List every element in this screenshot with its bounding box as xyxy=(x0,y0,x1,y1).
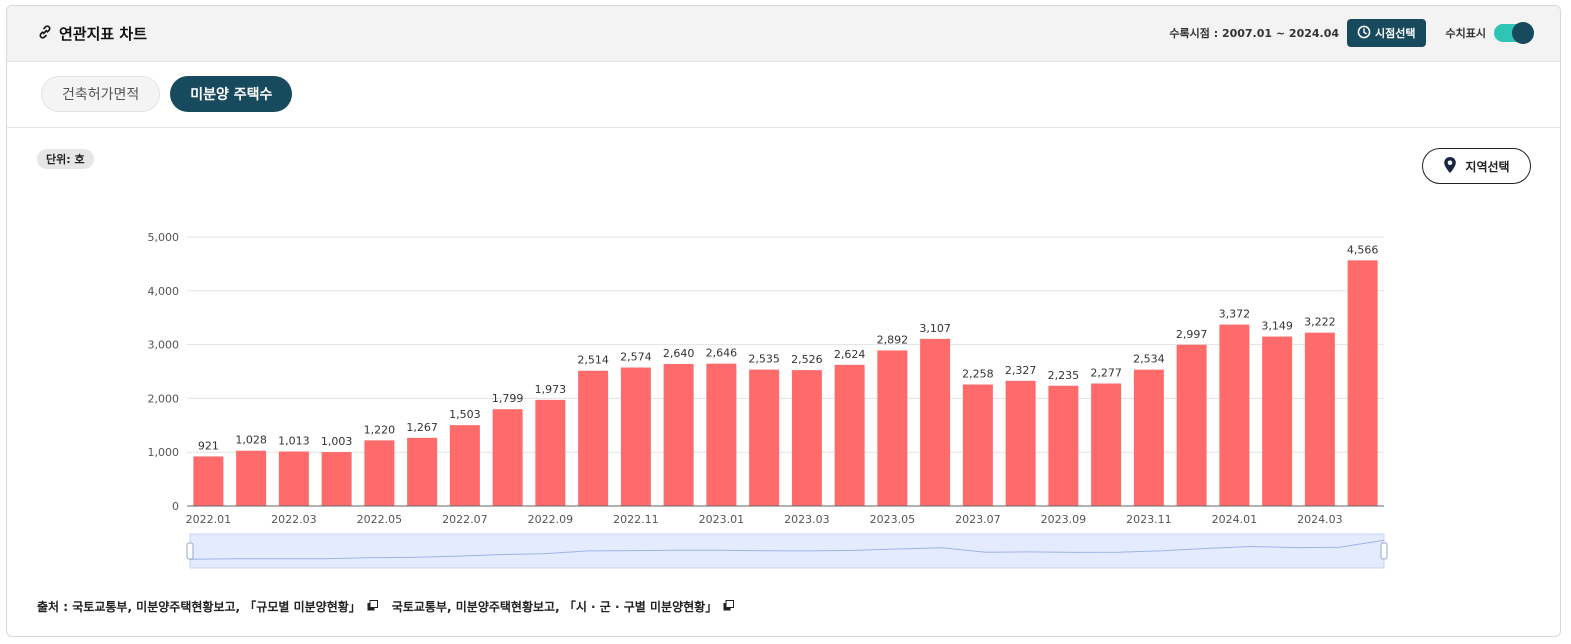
value-label: 1,503 xyxy=(449,408,481,421)
value-label: 1,267 xyxy=(406,421,438,434)
bar xyxy=(620,367,651,506)
bar xyxy=(1304,332,1335,506)
value-label: 1,003 xyxy=(321,435,353,448)
value-label: 4,566 xyxy=(1347,243,1379,256)
bar xyxy=(663,363,694,506)
y-tick-label: 2,000 xyxy=(148,392,180,405)
bar xyxy=(962,384,993,506)
value-label: 2,892 xyxy=(877,333,909,346)
x-tick-label: 2023.05 xyxy=(870,513,916,526)
bar xyxy=(1048,385,1079,506)
zoom-slider-left-handle[interactable] xyxy=(186,542,194,560)
x-tick-label: 2023.07 xyxy=(955,513,1001,526)
value-label: 2,258 xyxy=(962,368,994,381)
value-label: 1,973 xyxy=(535,383,567,396)
bar xyxy=(407,437,438,506)
bar xyxy=(1005,380,1036,506)
bar xyxy=(278,451,309,506)
x-tick-label: 2022.03 xyxy=(271,513,317,526)
bar xyxy=(364,440,395,506)
bar xyxy=(449,425,480,506)
bar xyxy=(492,409,523,506)
zoom-slider-right-handle[interactable] xyxy=(1380,542,1388,560)
bar xyxy=(1091,383,1122,506)
value-label: 2,997 xyxy=(1176,328,1208,341)
source-link-1[interactable]: 국토교통부, 미분양주택현황보고, 「규모별 미분양현황」 xyxy=(72,598,361,615)
bar xyxy=(535,399,566,506)
x-tick-label: 2022.07 xyxy=(442,513,488,526)
value-label: 2,646 xyxy=(706,347,738,360)
x-tick-label: 2022.11 xyxy=(613,513,659,526)
value-label: 2,624 xyxy=(834,348,866,361)
bar xyxy=(791,370,822,506)
x-tick-label: 2023.03 xyxy=(784,513,830,526)
value-label: 3,149 xyxy=(1261,320,1293,333)
bar xyxy=(834,364,865,506)
bars xyxy=(193,260,1378,506)
value-label: 2,327 xyxy=(1005,364,1037,377)
value-label: 2,235 xyxy=(1048,369,1080,382)
y-tick-label: 3,000 xyxy=(148,339,180,352)
x-tick-label: 2024.03 xyxy=(1297,513,1343,526)
value-label: 2,277 xyxy=(1090,366,1122,379)
y-axis-labels: 0 1,000 2,000 3,000 4,000 5,000 xyxy=(148,231,180,513)
bar-chart: 0 1,000 2,000 3,000 4,000 5,000 921 1,028 1,013… xyxy=(148,231,1388,569)
bar xyxy=(706,363,737,506)
value-label: 3,222 xyxy=(1304,316,1336,329)
bar xyxy=(1219,324,1250,506)
zoom-slider[interactable] xyxy=(186,533,1388,569)
x-axis-labels: 2022.01 2022.03 2022.05 2022.07 2022.09 2022.… xyxy=(186,513,1343,526)
y-tick-label: 4,000 xyxy=(148,285,180,298)
external-link-icon[interactable] xyxy=(367,599,378,614)
source-prefix: 출처 : xyxy=(37,600,69,614)
value-label: 3,107 xyxy=(919,322,951,335)
value-label: 1,028 xyxy=(235,434,267,447)
bar xyxy=(1347,260,1378,506)
value-label: 921 xyxy=(198,439,219,452)
bar xyxy=(193,456,224,506)
x-tick-label: 2022.01 xyxy=(186,513,232,526)
source-link-2[interactable]: 국토교통부, 미분양주택현황보고, 「시 · 군 · 구별 미분양현황」 xyxy=(392,598,717,615)
y-tick-label: 0 xyxy=(172,500,179,513)
value-label: 2,574 xyxy=(620,351,652,364)
bar xyxy=(1262,336,1293,506)
bar xyxy=(321,452,352,506)
x-tick-label: 2024.01 xyxy=(1212,513,1258,526)
bar xyxy=(578,370,609,506)
value-label: 2,526 xyxy=(791,353,823,366)
bar xyxy=(877,350,908,506)
value-label: 1,220 xyxy=(364,423,396,436)
bar xyxy=(1176,344,1207,506)
y-tick-label: 1,000 xyxy=(148,446,180,459)
value-label: 3,372 xyxy=(1219,308,1251,321)
x-tick-label: 2022.05 xyxy=(357,513,403,526)
external-link-icon[interactable] xyxy=(723,599,735,614)
value-label: 1,013 xyxy=(278,435,310,448)
x-tick-label: 2022.09 xyxy=(528,513,574,526)
x-tick-label: 2023.09 xyxy=(1041,513,1087,526)
value-label: 2,514 xyxy=(577,354,609,367)
x-tick-label: 2023.11 xyxy=(1126,513,1172,526)
source-line: 출처 : 국토교통부, 미분양주택현황보고, 「규모별 미분양현황」 국토교통부… xyxy=(37,598,735,615)
value-label: 2,535 xyxy=(748,353,780,366)
y-tick-label: 5,000 xyxy=(148,231,180,244)
bar xyxy=(1133,369,1164,506)
value-label: 1,799 xyxy=(492,392,524,405)
value-label: 2,534 xyxy=(1133,353,1165,366)
bar xyxy=(920,338,951,506)
bar xyxy=(236,450,267,506)
value-label: 2,640 xyxy=(663,347,695,360)
x-tick-label: 2023.01 xyxy=(699,513,745,526)
chart-panel: 연관지표 차트 수록시점 : 2007.01 ~ 2024.04 시점선택 수치… xyxy=(6,5,1561,637)
bar xyxy=(749,369,780,506)
